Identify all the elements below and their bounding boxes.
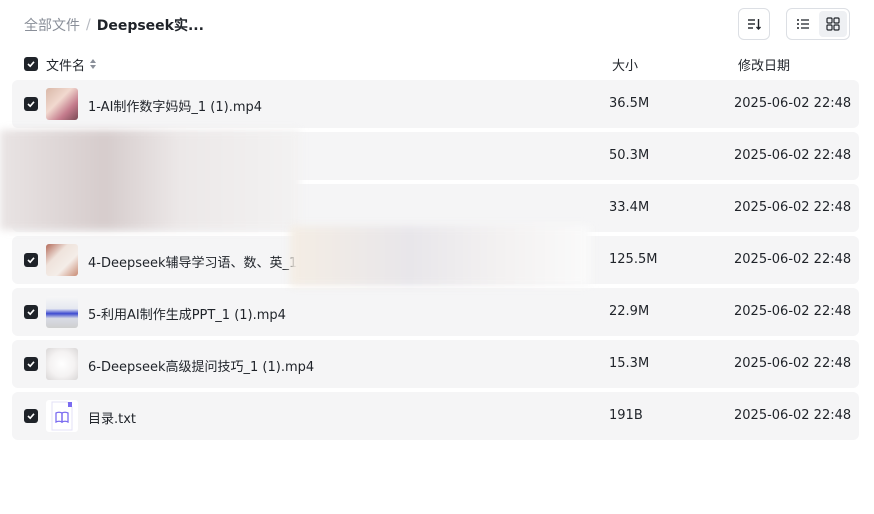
check-icon <box>27 101 35 108</box>
file-row[interactable]: 5-利用AI制作生成PPT_1 (1).mp4 22.9M 2025-06-02… <box>12 288 859 336</box>
file-size: 191B <box>609 408 643 423</box>
file-name[interactable]: 5-利用AI制作生成PPT_1 (1).mp4 <box>88 304 286 323</box>
file-size: 50.3M <box>609 148 650 163</box>
check-icon <box>27 361 35 368</box>
file-name[interactable]: 目录.txt <box>88 408 136 427</box>
file-list-header: 文件名 大小 修改日期 <box>12 52 859 76</box>
breadcrumb: 全部文件 / Deepseek实... <box>24 15 204 35</box>
breadcrumb-separator: / <box>86 17 91 33</box>
check-icon <box>27 257 35 264</box>
check-icon <box>27 61 35 68</box>
view-toolbar <box>738 8 850 40</box>
file-date: 2025-06-02 22:48 <box>734 148 852 163</box>
txt-file-icon-wrapper <box>46 400 78 432</box>
check-icon <box>27 413 35 420</box>
list-view-icon <box>797 19 809 29</box>
row-checkbox[interactable] <box>24 305 38 319</box>
breadcrumb-current: Deepseek实... <box>96 18 204 34</box>
grid-view-icon <box>826 17 840 31</box>
sort-icon <box>748 19 761 30</box>
blurred-redaction <box>290 226 590 286</box>
file-date: 2025-06-02 22:48 <box>734 408 852 423</box>
sort-button[interactable] <box>738 8 770 40</box>
row-checkbox[interactable] <box>24 97 38 111</box>
file-name[interactable]: 6-Deepseek高级提问技巧_1 (1).mp4 <box>88 356 314 375</box>
date-column-header[interactable]: 修改日期 <box>738 55 790 74</box>
file-row[interactable]: 目录.txt 191B 2025-06-02 22:48 <box>12 392 859 440</box>
file-date: 2025-06-02 22:48 <box>734 356 852 371</box>
file-name[interactable]: 4-Deepseek辅导学习语、数、英_1 (1 <box>88 252 315 271</box>
file-size: 36.5M <box>609 96 650 111</box>
check-icon <box>27 309 35 316</box>
file-size: 15.3M <box>609 356 650 371</box>
name-column-label: 文件名 <box>46 58 86 74</box>
file-row[interactable]: 1-AI制作数字妈妈_1 (1).mp4 36.5M 2025-06-02 22… <box>12 80 859 128</box>
file-date: 2025-06-02 22:48 <box>734 96 852 111</box>
video-thumbnail <box>46 348 78 380</box>
row-checkbox[interactable] <box>24 253 38 267</box>
blurred-redaction <box>0 130 300 230</box>
sort-toggle-icon <box>90 59 97 69</box>
file-size: 22.9M <box>609 304 650 319</box>
video-thumbnail <box>46 296 78 328</box>
name-column-header[interactable]: 文件名 <box>46 55 97 74</box>
video-thumbnail <box>46 244 78 276</box>
book-icon <box>51 401 73 431</box>
file-date: 2025-06-02 22:48 <box>734 252 852 267</box>
row-checkbox[interactable] <box>24 357 38 371</box>
file-size: 125.5M <box>609 252 658 267</box>
file-date: 2025-06-02 22:48 <box>734 200 852 215</box>
list-view-button[interactable] <box>789 11 817 37</box>
file-row[interactable]: 6-Deepseek高级提问技巧_1 (1).mp4 15.3M 2025-06… <box>12 340 859 388</box>
select-all-checkbox[interactable] <box>24 57 38 71</box>
breadcrumb-root-link[interactable]: 全部文件 <box>24 15 80 35</box>
view-mode-switch <box>786 8 850 40</box>
video-thumbnail <box>46 88 78 120</box>
file-date: 2025-06-02 22:48 <box>734 304 852 319</box>
size-column-header[interactable]: 大小 <box>612 55 638 74</box>
row-checkbox[interactable] <box>24 409 38 423</box>
grid-view-button[interactable] <box>819 11 847 37</box>
file-name[interactable]: 1-AI制作数字妈妈_1 (1).mp4 <box>88 96 262 115</box>
file-size: 33.4M <box>609 200 650 215</box>
